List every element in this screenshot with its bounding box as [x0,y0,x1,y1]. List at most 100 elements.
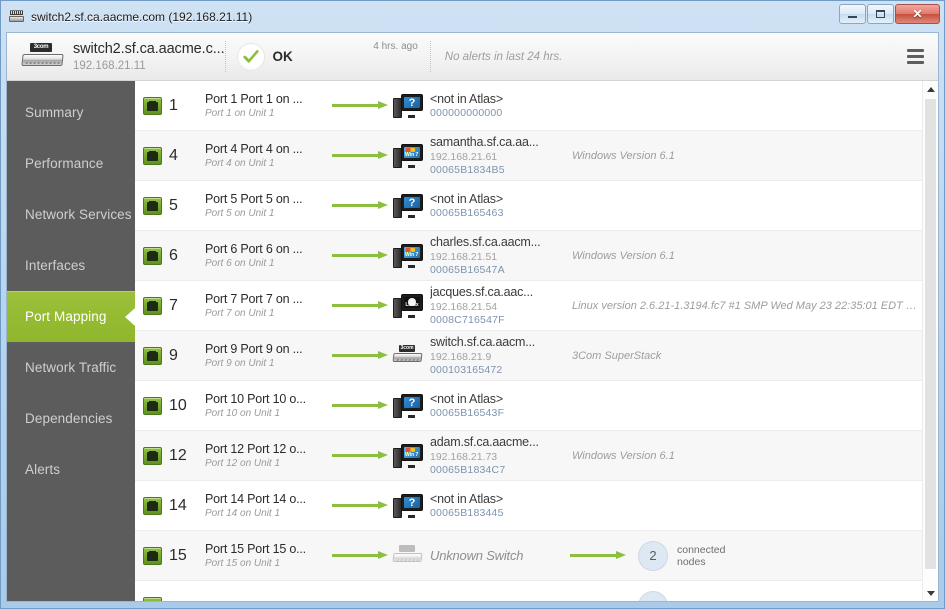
node-name: switch.sf.ca.aacm... [430,335,536,349]
sidebar-item-summary[interactable]: Summary [7,87,135,138]
port-subdescription: Port 7 on Unit 1 [205,308,275,319]
connected-node-cell[interactable]: Unknown Switch [392,542,558,570]
port-cell [143,596,205,601]
port-description: Port 5 Port 5 on ... [205,192,303,206]
port-description: Port 9 Port 9 on ... [205,342,303,356]
close-button[interactable]: ✕ [895,4,940,24]
connection-arrow-cell [327,151,393,160]
scroll-up-button[interactable] [923,81,938,97]
device-ip: 192.168.21.11 [73,60,146,72]
node-text: switch.sf.ca.aacm... 192.168.21.9 00010316… [430,335,535,376]
connected-node-count[interactable]: 2 [638,540,668,571]
connected-node-cell[interactable]: ? <not in Atlas> 00065B165463 [393,192,558,220]
connected-node-cell[interactable]: ? <not in Atlas> 00065B16543F [393,392,558,420]
sidebar-item-network-services[interactable]: Network Services [7,189,135,240]
connected-node-cell[interactable]: charles.sf.ca.aacm... 192.168.21.5100065B… [393,235,558,276]
node-mac: 00065B16543F [430,407,505,419]
connected-node-count[interactable] [638,590,668,601]
arrow-right-icon [332,301,388,310]
sidebar-item-alerts[interactable]: Alerts [7,444,135,495]
table-row[interactable]: 12 Port 12 Port 12 o... Port 12 on Unit 1 a… [135,431,922,481]
scrollbar-thumb[interactable] [925,99,936,569]
connected-node-cell[interactable]: adam.sf.ca.aacme... 192.168.21.7300065B18… [393,435,558,476]
port-number: 12 [169,446,187,464]
connection-arrow-cell [327,301,393,310]
port-subdescription: Port 9 on Unit 1 [205,358,275,369]
table-row[interactable]: 15 Port 15 Port 15 o... Port 15 on Unit 1 … [135,531,922,581]
port-description-cell: Port 6 Port 6 on ... Port 6 on Unit 1 [205,242,327,269]
title-bar[interactable]: switch2.sf.ca.aacme.com (192.168.21.11) … [1,1,944,32]
ethernet-port-icon [143,196,162,215]
node-text: <not in Atlas> 00065B183445 [430,492,504,519]
arrow-right-icon [570,551,626,560]
ethernet-port-icon [143,246,162,265]
downstream-arrow-cell [558,551,638,560]
connected-node-cell[interactable]: 3com switch.sf.ca.aacm... 192.168.21.9 0001… [392,335,558,376]
ethernet-port-icon [143,146,162,165]
port-subdescription: Port 6 on Unit 1 [205,258,275,269]
connected-node-cell[interactable]: jacques.sf.ca.aac... 192.168.21.540008C71… [393,285,558,326]
table-row[interactable]: 4 Port 4 Port 4 on ... Port 4 on Unit 1 sam… [135,131,922,181]
ethernet-port-icon [143,396,162,415]
port-description-cell: Port 1 Port 1 on ... Port 1 on Unit 1 [205,92,327,119]
scroll-down-button[interactable] [923,585,938,601]
sidebar-item-interfaces[interactable]: Interfaces [7,240,135,291]
node-text: <not in Atlas> 00065B165463 [430,192,504,219]
node-text: jacques.sf.ca.aac... 192.168.21.54 0008C71… [430,285,533,326]
sidebar-item-label: Dependencies [25,411,113,426]
device-identity: switch2.sf.ca.aacme.c... 192.168.21.11 [73,41,225,72]
port-number: 14 [169,496,187,514]
sidebar-item-dependencies[interactable]: Dependencies [7,393,135,444]
windows-pc-icon [393,242,423,270]
connection-arrow-cell [327,401,393,410]
port-cell: 15 [143,546,205,565]
node-mac: 0008C716547F [430,314,505,326]
node-ip: 192.168.21.9 [430,351,492,363]
table-row[interactable]: 6 Port 6 Port 6 on ... Port 6 on Unit 1 cha… [135,231,922,281]
port-number: 7 [169,296,178,314]
hamburger-icon[interactable] [892,33,938,80]
table-row[interactable]: 9 Port 9 Port 9 on ... Port 9 on Unit 1 3co… [135,331,922,381]
port-description: Port 10 Port 10 o... [205,392,306,406]
table-row[interactable]: 1 Port 1 Port 1 on ... Port 1 on Unit 1 ? <n… [135,81,922,131]
minimize-icon [848,16,857,18]
port-cell: 10 [143,396,205,415]
table-row[interactable]: 5 Port 5 Port 5 on ... Port 5 on Unit 1? <n… [135,181,922,231]
table-row[interactable]: 14 Port 14 Port 14 o... Port 14 on Unit 1?… [135,481,922,531]
port-subdescription: Port 10 on Unit 1 [205,408,281,419]
alerts-summary: No alerts in last 24 hrs. [444,50,563,63]
connected-node-cell[interactable]: ? <not in Atlas> 00065B183445 [393,492,558,520]
node-name: <not in Atlas> [430,392,503,406]
ethernet-port-icon [143,546,162,565]
node-mac: 00065B1834B5 [430,164,505,176]
table-row[interactable]: 7 Port 7 Port 7 on ... Port 7 on Unit 1 jac… [135,281,922,331]
table-row-partial[interactable] [135,581,922,601]
vertical-scrollbar[interactable] [922,81,938,601]
connected-node-cell[interactable]: ? <not in Atlas> 000000000000 [393,92,558,120]
node-name: <not in Atlas> [430,92,503,106]
node-text: Unknown Switch [430,548,523,563]
node-text: <not in Atlas> 00065B16543F [430,392,504,419]
minimize-button[interactable] [839,4,866,24]
maximize-button[interactable] [867,4,894,24]
node-name: Unknown Switch [430,548,524,563]
arrow-right-icon [332,401,388,410]
node-text: adam.sf.ca.aacme... 192.168.21.73 00065B18… [430,435,539,476]
arrow-right-icon [332,201,388,210]
status-time-block: 4 hrs. ago [305,33,430,80]
sidebar-item-performance[interactable]: Performance [7,138,135,189]
connection-arrow-cell [327,101,393,110]
arrow-right-icon [332,101,388,110]
unknown-pc-icon: ? [393,392,423,420]
sidebar-item-network-traffic[interactable]: Network Traffic [7,342,135,393]
unknown-pc-icon: ? [393,492,423,520]
port-number: 5 [169,196,178,214]
port-number: 4 [169,146,178,164]
port-cell: 1 [143,96,205,115]
node-ip: 192.168.21.73 [430,451,498,463]
sidebar-item-port-mapping[interactable]: Port Mapping [7,291,135,342]
sidebar-item-label: Interfaces [25,258,86,273]
connected-node-cell[interactable]: samantha.sf.ca.aa... 192.168.21.6100065B1… [393,135,558,176]
sidebar-item-label: Network Services [25,207,132,222]
table-row[interactable]: 10 Port 10 Port 10 o... Port 10 on Unit 1?… [135,381,922,431]
